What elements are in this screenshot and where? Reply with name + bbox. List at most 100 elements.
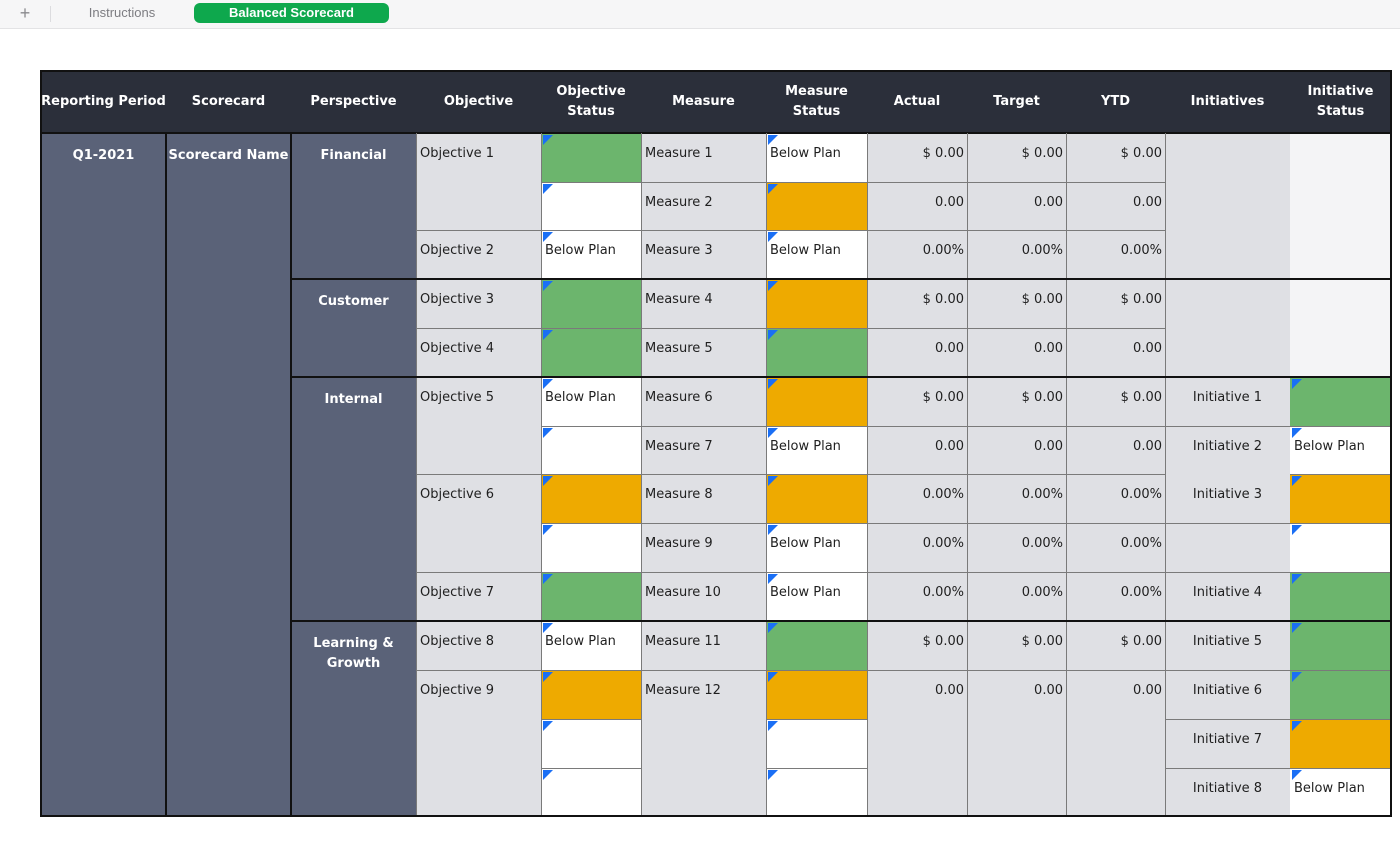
measure-status-cell[interactable]: Below Plan: [766, 523, 867, 572]
objective-cell[interactable]: Objective 4: [416, 328, 541, 377]
target-value[interactable]: 0.00: [967, 182, 1066, 230]
actual-value[interactable]: 0.00: [867, 328, 967, 377]
initiative-status-cell[interactable]: Below Plan: [1290, 426, 1391, 474]
initiative-cell[interactable]: Initiative 5: [1165, 621, 1290, 670]
initiative-cell[interactable]: Initiative 2: [1165, 426, 1290, 474]
objective-cell[interactable]: Objective 9: [416, 670, 541, 816]
ytd-value[interactable]: 0.00: [1066, 328, 1165, 377]
measure-cell[interactable]: Measure 9: [641, 523, 766, 572]
measure-cell[interactable]: Measure 11: [641, 621, 766, 670]
measure-status-cell[interactable]: [766, 279, 867, 328]
reporting-period-cell[interactable]: Q1-2021: [41, 133, 166, 816]
objective-cell[interactable]: Objective 3: [416, 279, 541, 328]
ytd-value[interactable]: $ 0.00: [1066, 621, 1165, 670]
measure-cell[interactable]: Measure 6: [641, 377, 766, 426]
actual-value[interactable]: $ 0.00: [867, 279, 967, 328]
measure-cell[interactable]: Measure 8: [641, 474, 766, 523]
actual-value[interactable]: 0.00%: [867, 572, 967, 621]
perspective-cell[interactable]: Financial: [291, 133, 416, 279]
scorecard-name-cell[interactable]: Scorecard Name: [166, 133, 291, 816]
actual-value[interactable]: 0.00%: [867, 523, 967, 572]
objective-status-cell[interactable]: [541, 572, 641, 621]
measure-cell[interactable]: Measure 12: [641, 670, 766, 816]
measure-status-cell[interactable]: [766, 377, 867, 426]
perspective-cell[interactable]: Customer: [291, 279, 416, 377]
measure-status-cell[interactable]: [766, 768, 867, 816]
initiative-cell[interactable]: Initiative 4: [1165, 572, 1290, 621]
objective-cell[interactable]: Objective 7: [416, 572, 541, 621]
objective-status-cell[interactable]: [541, 523, 641, 572]
target-value[interactable]: 0.00%: [967, 230, 1066, 279]
measure-status-cell[interactable]: Below Plan: [766, 426, 867, 474]
initiative-status-cell[interactable]: [1290, 523, 1391, 572]
ytd-value[interactable]: $ 0.00: [1066, 279, 1165, 328]
target-value[interactable]: 0.00: [967, 670, 1066, 816]
measure-status-cell[interactable]: Below Plan: [766, 133, 867, 182]
target-value[interactable]: $ 0.00: [967, 621, 1066, 670]
objective-status-cell[interactable]: Below Plan: [541, 230, 641, 279]
measure-status-cell[interactable]: Below Plan: [766, 230, 867, 279]
ytd-value[interactable]: 0.00%: [1066, 230, 1165, 279]
actual-value[interactable]: $ 0.00: [867, 377, 967, 426]
target-value[interactable]: $ 0.00: [967, 279, 1066, 328]
ytd-value[interactable]: 0.00%: [1066, 474, 1165, 523]
target-value[interactable]: 0.00: [967, 328, 1066, 377]
measure-status-cell[interactable]: Below Plan: [766, 572, 867, 621]
objective-status-cell[interactable]: [541, 426, 641, 474]
objective-status-cell[interactable]: [541, 182, 641, 230]
initiative-cell-empty[interactable]: [1165, 133, 1290, 279]
measure-cell[interactable]: Measure 3: [641, 230, 766, 279]
initiative-status-cell[interactable]: [1290, 719, 1391, 768]
objective-cell[interactable]: Objective 8: [416, 621, 541, 670]
target-value[interactable]: 0.00: [967, 426, 1066, 474]
measure-cell[interactable]: Measure 7: [641, 426, 766, 474]
actual-value[interactable]: $ 0.00: [867, 133, 967, 182]
initiative-status-empty[interactable]: [1290, 133, 1391, 279]
actual-value[interactable]: 0.00: [867, 426, 967, 474]
ytd-value[interactable]: 0.00%: [1066, 572, 1165, 621]
target-value[interactable]: 0.00%: [967, 572, 1066, 621]
objective-status-cell[interactable]: [541, 670, 641, 719]
initiative-status-cell[interactable]: Below Plan: [1290, 768, 1391, 816]
measure-cell[interactable]: Measure 2: [641, 182, 766, 230]
ytd-value[interactable]: 0.00: [1066, 182, 1165, 230]
initiative-status-empty[interactable]: [1290, 279, 1391, 377]
ytd-value[interactable]: 0.00: [1066, 670, 1165, 816]
objective-status-cell[interactable]: [541, 768, 641, 816]
objective-status-cell[interactable]: [541, 474, 641, 523]
target-value[interactable]: 0.00%: [967, 474, 1066, 523]
actual-value[interactable]: 0.00: [867, 670, 967, 816]
ytd-value[interactable]: $ 0.00: [1066, 377, 1165, 426]
measure-cell[interactable]: Measure 4: [641, 279, 766, 328]
measure-status-cell[interactable]: [766, 719, 867, 768]
initiative-status-cell[interactable]: [1290, 621, 1391, 670]
objective-status-cell[interactable]: Below Plan: [541, 621, 641, 670]
actual-value[interactable]: 0.00%: [867, 474, 967, 523]
objective-cell[interactable]: Objective 6: [416, 474, 541, 572]
initiative-status-cell[interactable]: [1290, 572, 1391, 621]
measure-cell[interactable]: Measure 1: [641, 133, 766, 182]
perspective-cell[interactable]: Internal: [291, 377, 416, 621]
objective-status-cell[interactable]: [541, 133, 641, 182]
initiative-status-cell[interactable]: [1290, 670, 1391, 719]
actual-value[interactable]: 0.00%: [867, 230, 967, 279]
objective-cell[interactable]: Objective 1: [416, 133, 541, 230]
initiative-status-cell[interactable]: [1290, 377, 1391, 426]
ytd-value[interactable]: 0.00: [1066, 426, 1165, 474]
actual-value[interactable]: 0.00: [867, 182, 967, 230]
objective-cell[interactable]: Objective 5: [416, 377, 541, 474]
measure-status-cell[interactable]: [766, 670, 867, 719]
objective-status-cell[interactable]: [541, 328, 641, 377]
objective-cell[interactable]: Objective 2: [416, 230, 541, 279]
target-value[interactable]: $ 0.00: [967, 377, 1066, 426]
perspective-cell[interactable]: Learning & Growth: [291, 621, 416, 816]
initiative-cell-empty[interactable]: [1165, 279, 1290, 377]
initiative-cell[interactable]: Initiative 6: [1165, 670, 1290, 719]
objective-status-cell[interactable]: Below Plan: [541, 377, 641, 426]
measure-cell[interactable]: Measure 5: [641, 328, 766, 377]
measure-status-cell[interactable]: [766, 621, 867, 670]
actual-value[interactable]: $ 0.00: [867, 621, 967, 670]
initiative-cell[interactable]: Initiative 1: [1165, 377, 1290, 426]
ytd-value[interactable]: 0.00%: [1066, 523, 1165, 572]
measure-status-cell[interactable]: [766, 328, 867, 377]
